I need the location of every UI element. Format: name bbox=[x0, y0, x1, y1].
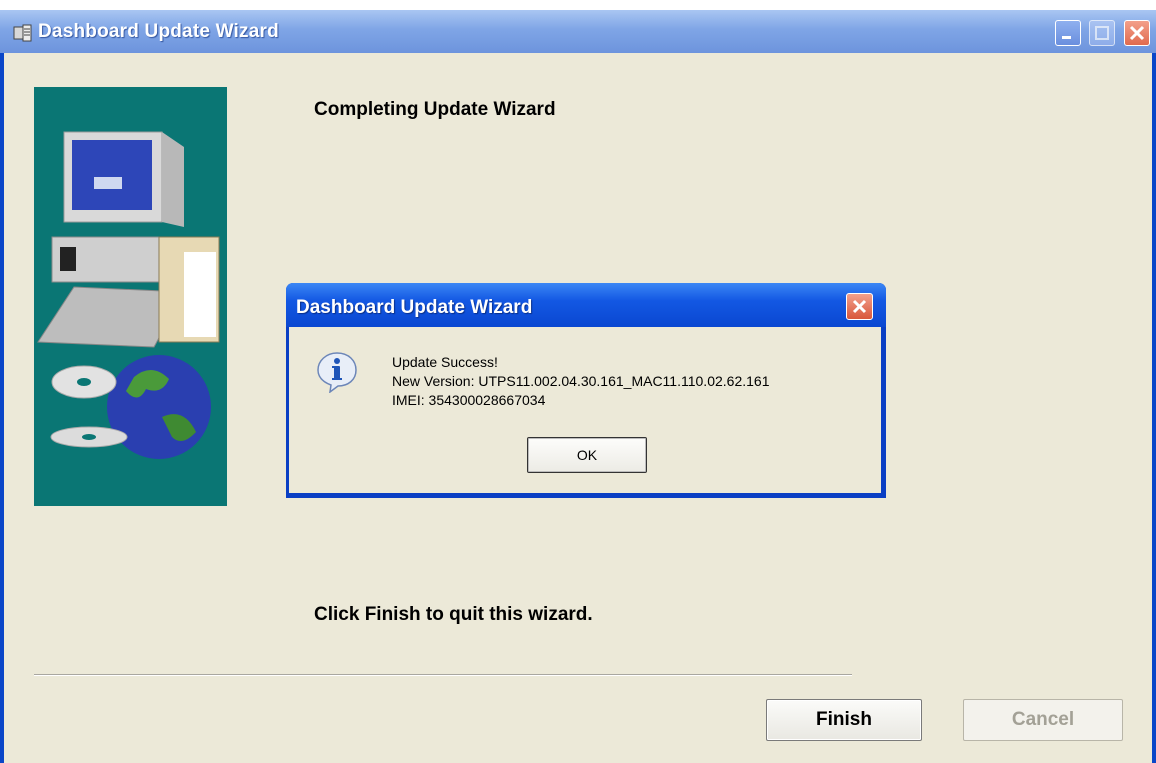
close-button[interactable] bbox=[1124, 20, 1150, 46]
page-heading: Completing Update Wizard bbox=[314, 99, 556, 120]
wizard-side-banner bbox=[34, 87, 227, 506]
dialog-body: Update Success! New Version: UTPS11.002.… bbox=[289, 327, 881, 493]
finish-button[interactable]: Finish bbox=[766, 699, 922, 741]
close-icon bbox=[852, 299, 867, 314]
minimize-button[interactable] bbox=[1055, 20, 1081, 46]
app-icon bbox=[13, 24, 32, 42]
computer-illustration bbox=[37, 131, 220, 459]
ok-button[interactable]: OK bbox=[527, 437, 647, 473]
close-icon bbox=[1129, 25, 1145, 41]
info-icon bbox=[317, 352, 357, 393]
dialog-titlebar[interactable]: Dashboard Update Wizard bbox=[286, 283, 886, 327]
cancel-button[interactable]: Cancel bbox=[963, 699, 1123, 741]
maximize-button[interactable] bbox=[1089, 20, 1115, 46]
message-line-version: New Version: UTPS11.002.04.30.161_MAC11.… bbox=[392, 373, 770, 389]
window-titlebar[interactable]: Dashboard Update Wizard bbox=[0, 10, 1156, 53]
message-line-status: Update Success! bbox=[392, 354, 498, 370]
footer-divider bbox=[34, 674, 852, 676]
message-dialog: Dashboard Update Wizard Update Success! … bbox=[286, 283, 886, 498]
window-title: Dashboard Update Wizard bbox=[38, 21, 279, 42]
finish-instruction: Click Finish to quit this wizard. bbox=[314, 604, 593, 625]
minimize-icon bbox=[1062, 36, 1071, 39]
maximize-icon bbox=[1095, 26, 1109, 40]
message-line-imei: IMEI: 354300028667034 bbox=[392, 392, 546, 408]
dialog-message: Update Success! New Version: UTPS11.002.… bbox=[392, 353, 769, 410]
dialog-close-button[interactable] bbox=[846, 293, 873, 320]
dialog-title: Dashboard Update Wizard bbox=[296, 297, 533, 318]
